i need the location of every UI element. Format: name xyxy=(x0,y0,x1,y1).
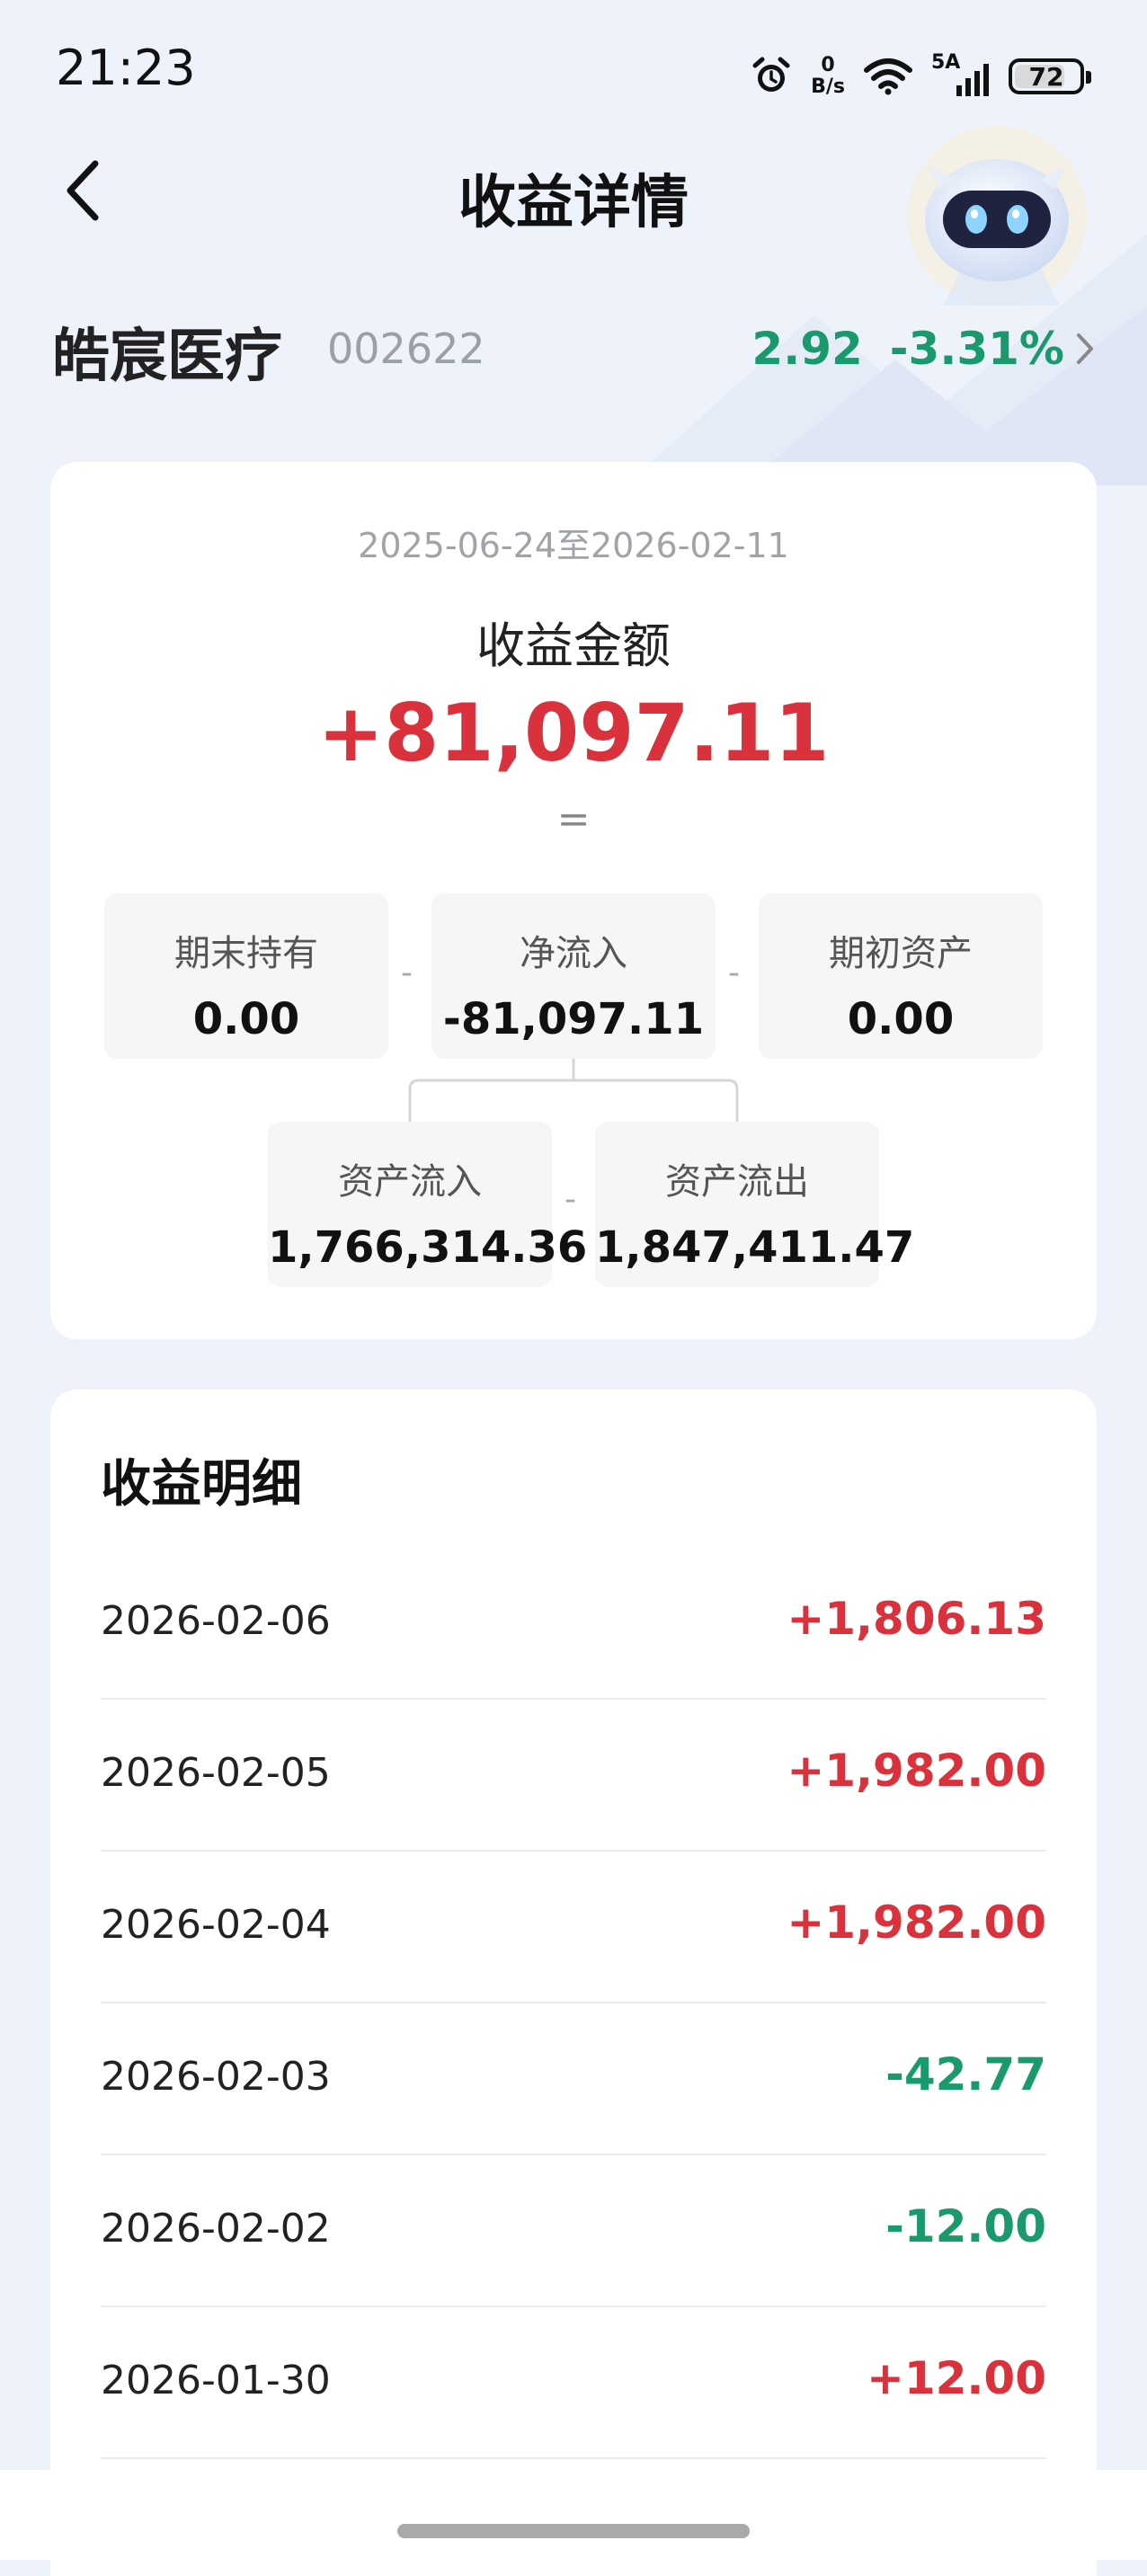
row-date: 2026-01-30 xyxy=(101,2358,331,2403)
chevron-right-icon xyxy=(1077,333,1093,364)
minus-sign: - xyxy=(565,1181,576,1218)
minus-sign: - xyxy=(728,955,740,991)
row-value: +12.00 xyxy=(866,2352,1046,2404)
profit-detail-card: 收益明细 2026-02-06 +1,806.13 2026-02-05 +1,… xyxy=(50,1390,1097,2576)
list-item[interactable]: 2026-02-05 +1,982.00 xyxy=(101,1700,1046,1852)
list-item[interactable]: 2026-02-03 -42.77 xyxy=(101,2003,1046,2155)
battery-icon: 72 xyxy=(1009,58,1091,94)
net-speed-value: 0 xyxy=(821,54,835,76)
status-bar: 21:23 0 B/s 5A 72 xyxy=(0,0,1147,144)
row-value: -42.77 xyxy=(885,2048,1046,2101)
profit-amount-value: +81,097.11 xyxy=(317,687,830,779)
row-date: 2026-02-06 xyxy=(101,1598,331,1644)
end-holding-box: 期末持有 0.00 xyxy=(104,893,388,1059)
header: 收益详情 xyxy=(0,126,1147,306)
list-item[interactable]: 2026-02-02 -12.00 xyxy=(101,2155,1046,2307)
stock-price: 2.92 xyxy=(751,323,863,375)
signal-icon xyxy=(956,64,989,96)
row-value: +1,982.00 xyxy=(787,1745,1046,1797)
alarm-icon xyxy=(752,57,790,92)
asset-outflow-box: 资产流出 1,847,411.47 xyxy=(595,1122,915,1287)
equals-sign: = xyxy=(556,796,591,842)
stock-code: 002622 xyxy=(327,324,485,373)
row-date: 2026-02-02 xyxy=(101,2206,331,2252)
asset-inflow-label: 资产流入 xyxy=(338,1161,482,1203)
row-value: -12.00 xyxy=(885,2200,1046,2252)
net-inflow-label: 净流入 xyxy=(520,933,627,974)
detail-title: 收益明细 xyxy=(101,1455,302,1514)
asset-outflow-value: 1,847,411.47 xyxy=(595,1222,915,1273)
row-value: +1,806.13 xyxy=(787,1593,1046,1645)
initial-assets-box: 期初资产 0.00 xyxy=(759,893,1043,1059)
asset-outflow-label: 资产流出 xyxy=(665,1161,809,1203)
net-speed-unit: B/s xyxy=(811,76,845,98)
profit-amount-label: 收益金额 xyxy=(476,617,671,674)
stock-quote[interactable]: 2.92 -3.31% xyxy=(751,323,1095,375)
stock-change: -3.31% xyxy=(889,323,1064,375)
detail-list: 2026-02-06 +1,806.13 2026-02-05 +1,982.0… xyxy=(101,1548,1046,2459)
minus-sign: - xyxy=(401,955,413,991)
flow-connector xyxy=(408,1059,739,1124)
row-value: +1,982.00 xyxy=(787,1896,1046,1949)
initial-assets-label: 期初资产 xyxy=(829,933,973,974)
asset-inflow-value: 1,766,314.36 xyxy=(268,1222,588,1273)
status-icons: 0 B/s 5A 72 xyxy=(750,45,1091,108)
home-indicator[interactable] xyxy=(397,2524,750,2538)
wifi-icon xyxy=(864,58,912,95)
row-date: 2026-02-05 xyxy=(101,1750,331,1796)
row-date: 2026-02-03 xyxy=(101,2054,331,2100)
net-inflow-box: 净流入 -81,097.11 xyxy=(431,893,716,1059)
profit-summary-card: 2025-06-24至2026-02-11 收益金额 +81,097.11 = … xyxy=(50,462,1097,1339)
list-item[interactable]: 2026-02-06 +1,806.13 xyxy=(101,1548,1046,1700)
navigation-bar xyxy=(0,2470,1147,2560)
initial-assets-value: 0.00 xyxy=(847,994,955,1044)
asset-inflow-box: 资产流入 1,766,314.36 xyxy=(268,1122,588,1287)
date-range: 2025-06-24至2026-02-11 xyxy=(358,526,789,565)
status-time: 21:23 xyxy=(56,40,196,96)
battery-level: 72 xyxy=(1028,61,1064,92)
list-item[interactable]: 2026-01-30 +12.00 xyxy=(101,2307,1046,2459)
end-holding-value: 0.00 xyxy=(192,994,300,1044)
cellular-signal: 5A xyxy=(931,51,991,98)
list-item[interactable]: 2026-02-04 +1,982.00 xyxy=(101,1852,1046,2003)
stock-info-row[interactable]: 皓宸医疗 002622 2.92 -3.31% xyxy=(52,310,1095,391)
net-speed: 0 B/s xyxy=(811,55,845,98)
stock-name: 皓宸医疗 xyxy=(52,324,282,390)
end-holding-label: 期末持有 xyxy=(174,933,318,974)
net-inflow-value: -81,097.11 xyxy=(442,994,705,1044)
row-date: 2026-02-04 xyxy=(101,1902,331,1948)
